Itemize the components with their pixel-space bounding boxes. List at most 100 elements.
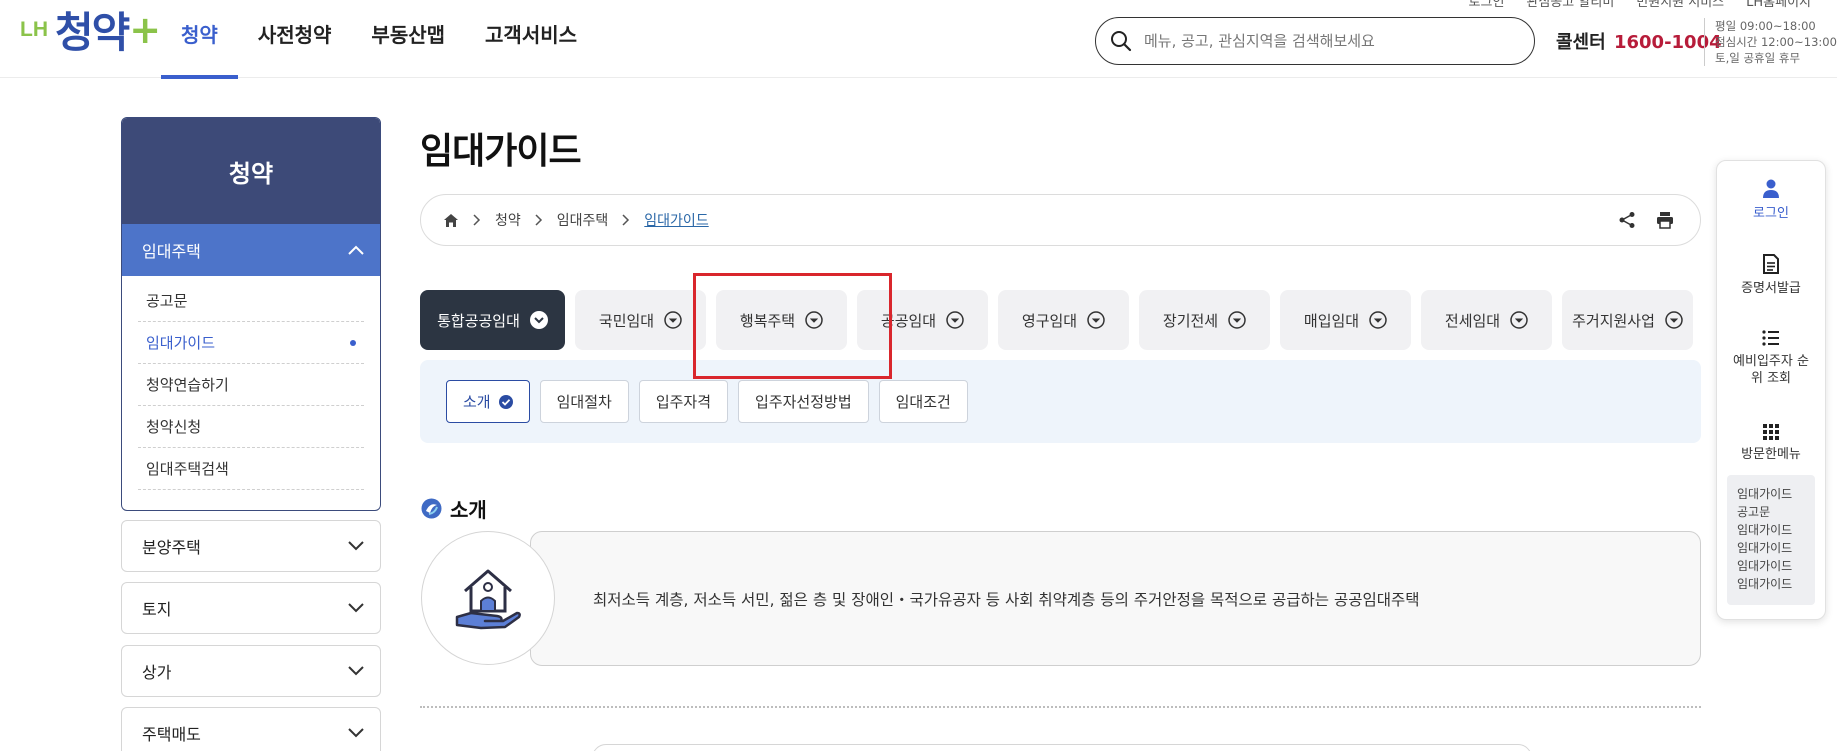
tab-national-rental[interactable]: 국민임대 xyxy=(575,290,706,350)
subtab-label: 소개 xyxy=(463,393,491,411)
breadcrumb: 청약 임대주택 임대가이드 xyxy=(420,194,1701,246)
rental-type-tabs: 통합공공임대 국민임대 행복주택 공공임대 영구임대 장기전세 매입임대 전세임… xyxy=(420,290,1693,350)
circle-chevron-down-icon xyxy=(1228,311,1246,329)
quick-certificate[interactable]: 증명서발급 xyxy=(1717,254,1825,297)
circle-chevron-down-icon xyxy=(1369,311,1387,329)
sidebar-selected-label: 임대주택 xyxy=(142,242,201,261)
check-circle-icon xyxy=(498,394,513,409)
section-title-text: 소개 xyxy=(450,498,487,522)
visited-item[interactable]: 공고문 xyxy=(1737,503,1815,521)
subtab-intro[interactable]: 소개 xyxy=(446,380,530,423)
intro-card: 최저소득 계층, 저소득 서민, 젊은 층 및 장애인・국가유공자 등 사회 취… xyxy=(530,531,1701,666)
subtab-selection-method[interactable]: 입주자선정방법 xyxy=(738,380,869,423)
tab-purchase-rental[interactable]: 매입임대 xyxy=(1280,290,1411,350)
circle-chevron-down-icon xyxy=(1087,311,1105,329)
visited-item[interactable]: 임대가이드 xyxy=(1737,521,1815,539)
section-title: 소개 xyxy=(421,494,487,523)
circle-chevron-down-icon xyxy=(1510,311,1528,329)
util-alert-link[interactable]: 관심공고 알리미 xyxy=(1526,0,1614,10)
tab-integrated-public-rental[interactable]: 통합공공임대 xyxy=(420,290,565,350)
sidebar-item-rental-search[interactable]: 임대주택검색 xyxy=(138,448,364,490)
quick-waitlist-rank[interactable]: 예비입주자 순위 조회 xyxy=(1717,329,1825,387)
hours-lunch: 점심시간 12:00~13:00 xyxy=(1715,35,1837,49)
callcenter: 콜센터 1600-1004 xyxy=(1556,28,1722,54)
tab-long-term-jeonse[interactable]: 장기전세 xyxy=(1139,290,1270,350)
sidebar-item-label: 청약신청 xyxy=(146,418,202,436)
tab-label: 주거지원사업 xyxy=(1572,311,1655,330)
highlight-box xyxy=(693,273,892,379)
share-icon[interactable] xyxy=(1618,211,1636,229)
quick-menu: 로그인 증명서발급 예비입주자 순위 조회 방문한메뉴 임대가이드 공고문 임대… xyxy=(1716,160,1826,620)
hours-holiday: 토,일 공휴일 휴무 xyxy=(1715,51,1801,65)
sidebar-item-apply[interactable]: 청약신청 xyxy=(138,406,364,448)
sidebar-category-house-sale[interactable]: 주택매도 xyxy=(121,707,381,751)
subtab-label: 입주자선정방법 xyxy=(755,393,852,411)
visited-item[interactable]: 임대가이드 xyxy=(1737,575,1815,593)
subtab-list: 소개 임대절차 입주자격 입주자선정방법 임대조건 xyxy=(446,380,968,423)
utility-links: 로그인 관심공고 알리미 민원지원 서비스 LH홈페이지 xyxy=(1469,0,1811,10)
hours-weekday: 평일 09:00~18:00 xyxy=(1715,19,1816,33)
tab-permanent-rental[interactable]: 영구임대 xyxy=(998,290,1129,350)
sidebar-category-label: 분양주택 xyxy=(142,538,201,557)
sidebar-item-label: 청약연습하기 xyxy=(146,376,229,394)
subtab-procedure[interactable]: 임대절차 xyxy=(539,380,629,423)
subtab-label: 입주자격 xyxy=(655,393,712,411)
breadcrumb-item[interactable]: 청약 xyxy=(495,210,521,230)
home-icon[interactable] xyxy=(443,213,459,228)
gnb-item-subscription[interactable]: 청약 xyxy=(161,0,238,79)
quick-waitlist-label: 예비입주자 순위 조회 xyxy=(1733,354,1809,386)
sidebar-item-rental-guide[interactable]: 임대가이드 xyxy=(138,322,364,364)
subtab-eligibility[interactable]: 입주자격 xyxy=(638,380,729,423)
chevron-down-icon xyxy=(348,666,364,676)
gnb-item-customer-service[interactable]: 고객서비스 xyxy=(485,0,577,78)
subtab-conditions[interactable]: 임대조건 xyxy=(878,380,968,423)
sidebar-selected-category[interactable]: 임대주택 xyxy=(122,224,380,276)
sidebar-category-label: 상가 xyxy=(142,663,172,682)
list-icon xyxy=(1717,329,1825,347)
search-icon[interactable] xyxy=(1110,30,1144,52)
tab-label: 장기전세 xyxy=(1162,311,1219,330)
print-icon[interactable] xyxy=(1656,211,1674,229)
site-logo[interactable]: LH 청약 + xyxy=(20,8,161,58)
tab-label: 전세임대 xyxy=(1444,311,1501,330)
breadcrumb-tools xyxy=(1618,211,1674,229)
tab-housing-support[interactable]: 주거지원사업 xyxy=(1562,290,1693,350)
chevron-down-icon xyxy=(348,541,364,551)
sidebar-item-notice[interactable]: 공고문 xyxy=(138,280,364,322)
circle-chevron-down-icon xyxy=(664,311,682,329)
quick-visited-menu[interactable]: 방문한메뉴 xyxy=(1717,424,1825,463)
tab-label: 국민임대 xyxy=(598,311,655,330)
search-box xyxy=(1095,17,1535,65)
util-homepage-link[interactable]: LH홈페이지 xyxy=(1746,0,1811,10)
person-icon xyxy=(1717,179,1825,199)
chevron-right-icon xyxy=(535,214,543,226)
callcenter-label: 콜센터 xyxy=(1556,32,1606,53)
util-login-link[interactable]: 로그인 xyxy=(1469,0,1505,10)
sidebar-category-land[interactable]: 토지 xyxy=(121,582,381,634)
gnb-item-real-estate-map[interactable]: 부동산맵 xyxy=(371,0,445,78)
search-input[interactable] xyxy=(1144,32,1514,50)
breadcrumb-current[interactable]: 임대가이드 xyxy=(644,210,708,230)
sidebar-category-sale[interactable]: 분양주택 xyxy=(121,520,381,572)
sidebar-menu: 청약 임대주택 공고문 임대가이드 청약연습하기 청약신청 임대주택검색 xyxy=(121,117,381,511)
tab-jeonse-rental[interactable]: 전세임대 xyxy=(1421,290,1552,350)
intro-text: 최저소득 계층, 저소득 서민, 젊은 층 및 장애인・국가유공자 등 사회 취… xyxy=(593,590,1420,609)
visited-item[interactable]: 임대가이드 xyxy=(1737,485,1815,503)
sidebar-category-store[interactable]: 상가 xyxy=(121,645,381,697)
subtab-label: 임대절차 xyxy=(556,393,612,411)
sidebar-title: 청약 xyxy=(122,118,380,224)
gnb-item-pre-subscription[interactable]: 사전청약 xyxy=(258,0,332,78)
next-content-box xyxy=(592,744,1532,751)
breadcrumb-item[interactable]: 임대주택 xyxy=(557,210,609,230)
visited-item[interactable]: 임대가이드 xyxy=(1737,539,1815,557)
quick-login[interactable]: 로그인 xyxy=(1717,179,1825,222)
grid-icon xyxy=(1717,424,1825,440)
util-service-link[interactable]: 민원지원 서비스 xyxy=(1636,0,1724,10)
house-hand-icon xyxy=(451,561,525,635)
sidebar-item-label: 임대주택검색 xyxy=(146,460,229,478)
chevron-up-icon xyxy=(348,245,364,255)
sidebar-item-practice[interactable]: 청약연습하기 xyxy=(138,364,364,406)
logo-prefix: LH xyxy=(20,18,48,41)
active-dot-icon xyxy=(350,339,356,346)
visited-item[interactable]: 임대가이드 xyxy=(1737,557,1815,575)
